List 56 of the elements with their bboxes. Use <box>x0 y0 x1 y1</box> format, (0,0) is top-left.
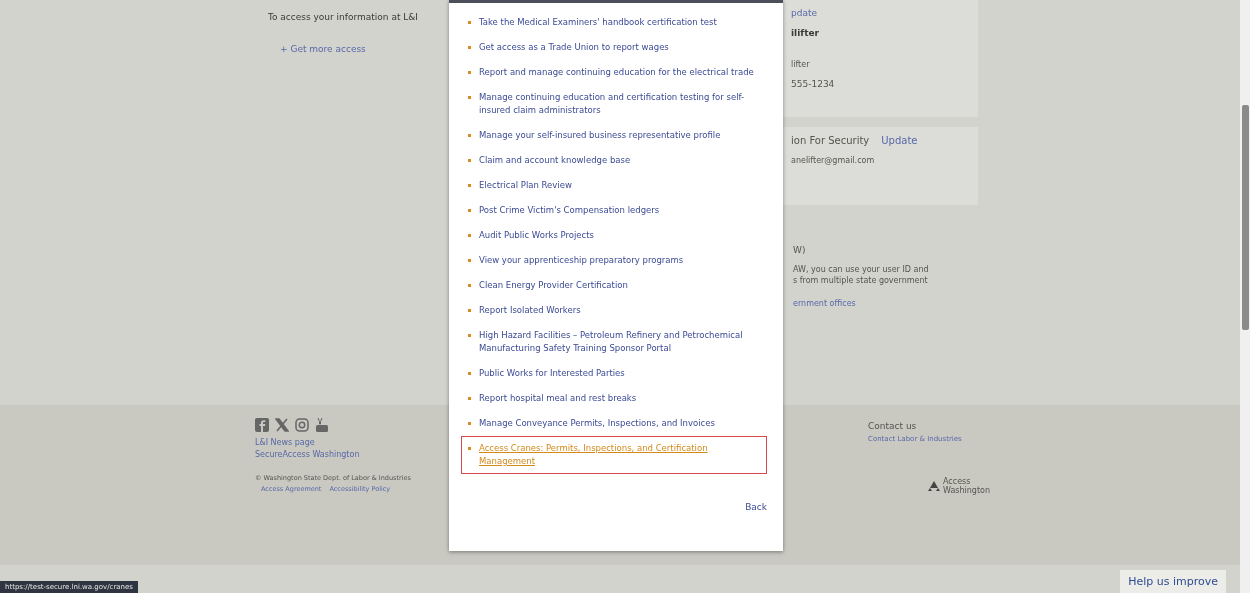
section-title: W) <box>793 245 807 255</box>
get-more-access-link[interactable]: + Get more access <box>280 44 449 54</box>
mountain-logo-icon <box>928 481 940 491</box>
bullet-icon <box>468 209 471 212</box>
bullet-icon <box>468 259 471 262</box>
bullet-icon <box>468 234 471 237</box>
description-text: s from multiple state government <box>793 276 929 285</box>
update-link[interactable]: pdate <box>791 8 817 18</box>
service-link[interactable]: View your apprenticeship preparatory programs <box>479 254 684 267</box>
contact-title: Contact us <box>868 421 918 431</box>
bullet-icon <box>468 422 471 425</box>
bullet-icon <box>468 334 471 337</box>
bullet-icon <box>468 284 471 287</box>
bullet-icon <box>468 159 471 162</box>
bullet-icon <box>468 21 471 24</box>
bullet-icon <box>468 46 471 49</box>
description-text: AW, you can use your user ID and <box>793 265 930 274</box>
scrollbar-thumb[interactable] <box>1242 105 1249 330</box>
service-link[interactable]: Public Works for Interested Parties <box>479 367 625 380</box>
security-title: ion For Security <box>791 135 870 146</box>
service-link[interactable]: Audit Public Works Projects <box>479 229 594 242</box>
x-icon[interactable] <box>275 417 289 433</box>
help-us-improve-button[interactable]: Help us improve <box>1120 570 1226 593</box>
bullet-icon <box>468 397 471 400</box>
instagram-icon[interactable] <box>295 417 309 433</box>
name-text: ilifter <box>791 28 819 38</box>
service-link[interactable]: Get access as a Trade Union to report wages <box>479 41 669 54</box>
service-link[interactable]: Post Crime Victim's Compensation ledgers <box>479 204 660 217</box>
service-link[interactable]: High Hazard Facilities – Petroleum Refinery and Petrochemical Manufacturing Safety Training Sponsor Portal <box>479 329 764 355</box>
username-text: lifter <box>791 60 810 69</box>
service-link[interactable]: Manage continuing education and certification testing for self-insured claim administrators <box>479 91 764 117</box>
facebook-icon[interactable] <box>255 417 269 433</box>
bullet-icon <box>468 372 471 375</box>
bullet-icon <box>468 309 471 312</box>
scrollbar[interactable] <box>1240 0 1250 593</box>
bullet-icon <box>468 71 471 74</box>
service-link[interactable]: Take the Medical Examiners' handbook certification test <box>479 16 717 29</box>
back-link[interactable]: Back <box>745 502 767 512</box>
service-link[interactable]: Claim and account knowledge base <box>479 154 631 167</box>
bullet-icon <box>468 447 471 450</box>
government-offices-link[interactable]: ernment offices <box>793 299 978 308</box>
logo-text: Access Washington <box>943 477 991 495</box>
bullet-icon <box>468 96 471 99</box>
service-link[interactable]: Electrical Plan Review <box>479 179 572 192</box>
email-text: anelifter@gmail.com <box>791 156 875 165</box>
access-intro: To access your information at L&I <box>268 12 420 22</box>
service-link[interactable]: Manage your self-insured business representative profile <box>479 129 721 142</box>
service-link[interactable]: Clean Energy Provider Certification <box>479 279 628 292</box>
bullet-icon <box>468 134 471 137</box>
phone-text: 555-1234 <box>791 79 835 89</box>
bullet-icon <box>468 184 471 187</box>
service-link[interactable]: Report hospital meal and rest breaks <box>479 392 637 405</box>
service-link[interactable]: Report Isolated Workers <box>479 304 581 317</box>
update-link[interactable]: Update <box>881 135 918 146</box>
service-link[interactable]: Manage Conveyance Permits, Inspections, and Invoices <box>479 417 715 430</box>
service-link[interactable]: Report and manage continuing education for the electrical trade <box>479 66 754 79</box>
